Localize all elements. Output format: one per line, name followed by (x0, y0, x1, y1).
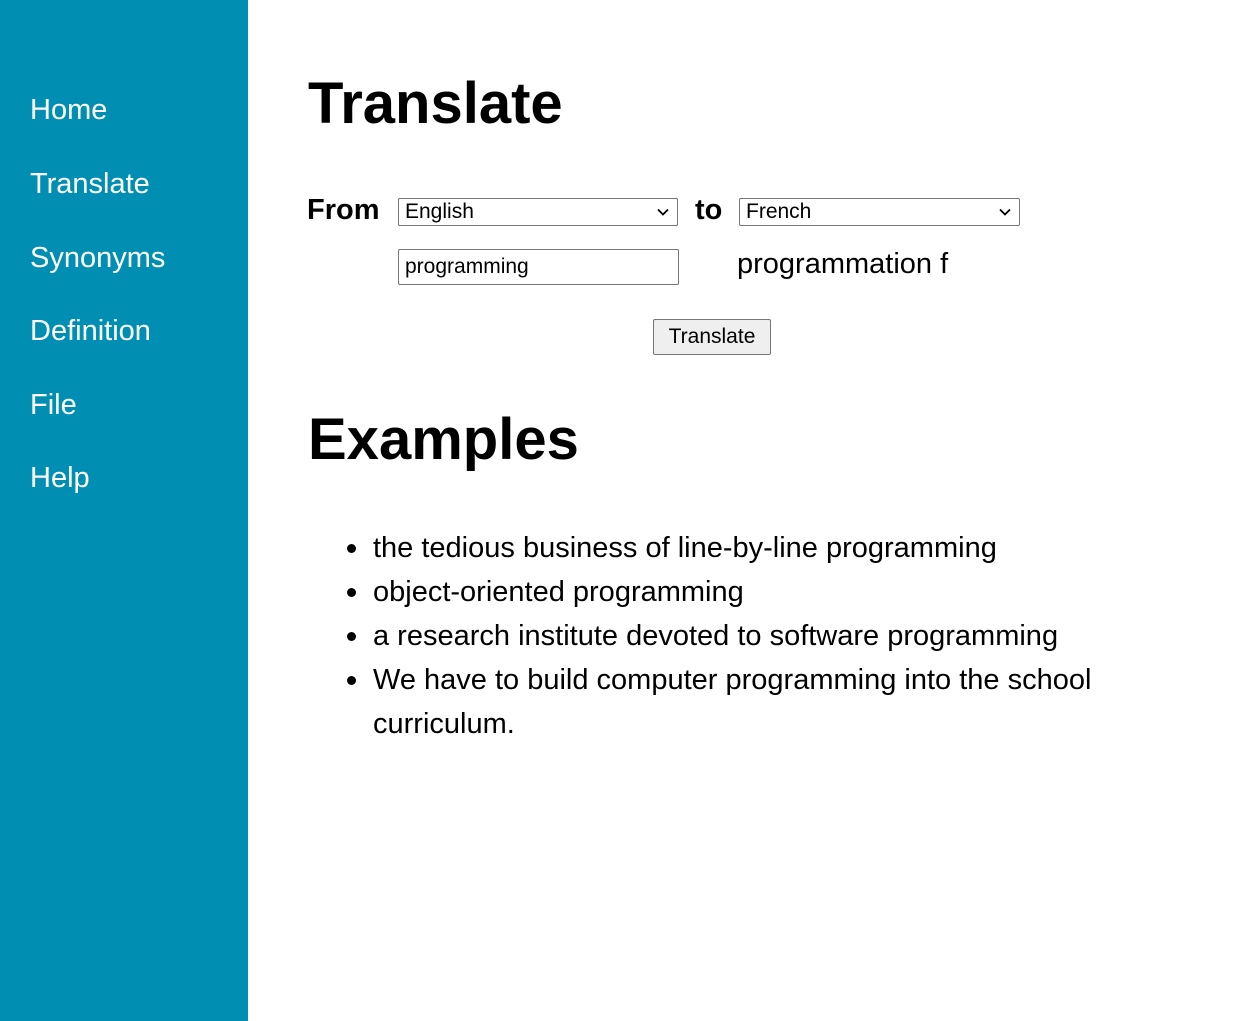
to-label: to (695, 194, 723, 226)
example-text: object-oriented programming (373, 576, 744, 608)
sidebar-item-definition[interactable]: Definition (30, 314, 151, 348)
example-text: the tedious business of line-by-line pro… (373, 532, 997, 564)
list-item: We have to build computer programming in… (347, 658, 1133, 746)
bullet (347, 544, 356, 553)
sidebar: Home Translate Synonyms Definition File … (0, 0, 248, 1021)
source-text-input[interactable] (398, 249, 679, 285)
chevron-down-icon (657, 208, 669, 216)
from-language-value: English (405, 200, 474, 223)
main-content: Translate From English to French program… (248, 0, 1233, 1021)
from-language-select[interactable]: English (398, 198, 678, 226)
page-title: Translate (308, 71, 563, 136)
list-item: object-oriented programming (347, 570, 1133, 614)
list-item: a research institute devoted to software… (347, 614, 1133, 658)
example-text: a research institute devoted to software… (373, 620, 1059, 652)
translation-output: programmation f (737, 248, 949, 280)
example-text: We have to build computer programming in… (373, 664, 1092, 740)
bullet (347, 588, 356, 597)
to-language-value: French (746, 200, 812, 223)
sidebar-item-home[interactable]: Home (30, 93, 107, 127)
examples-list: the tedious business of line-by-line pro… (347, 526, 1133, 746)
sidebar-item-help[interactable]: Help (30, 461, 90, 495)
sidebar-item-translate[interactable]: Translate (30, 167, 150, 201)
chevron-down-icon (999, 208, 1011, 216)
sidebar-item-file[interactable]: File (30, 388, 77, 422)
sidebar-item-synonyms[interactable]: Synonyms (30, 241, 165, 275)
from-label: From (307, 194, 380, 226)
to-language-select[interactable]: French (739, 198, 1020, 226)
examples-heading: Examples (308, 407, 579, 472)
bullet (347, 676, 356, 685)
list-item: the tedious business of line-by-line pro… (347, 526, 1133, 570)
bullet (347, 632, 356, 641)
translate-button[interactable]: Translate (653, 319, 771, 355)
